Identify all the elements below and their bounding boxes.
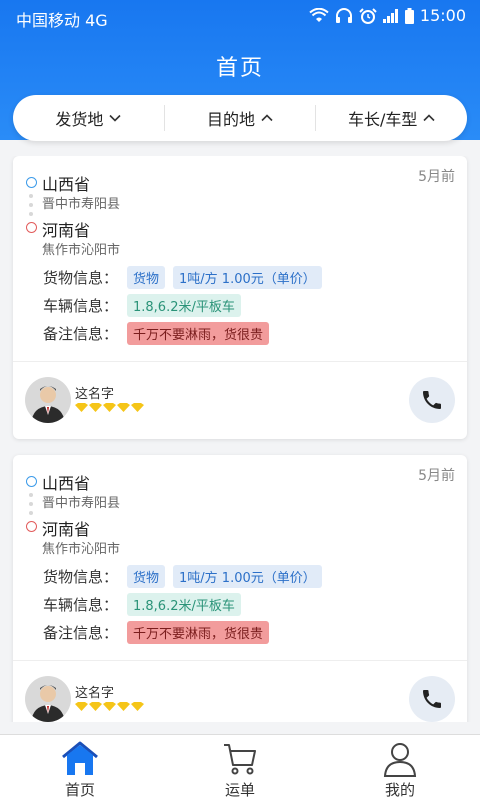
star-icon: [103, 702, 116, 711]
star-icon: [103, 403, 116, 412]
carrier-text: 中国移动 4G: [16, 11, 108, 30]
cargo-info-row: 货物信息： 货物 1吨/方 1.00元（单价）: [43, 565, 322, 588]
tab-orders[interactable]: 运单: [160, 735, 320, 800]
destination-city: 焦作市沁阳市: [42, 243, 121, 258]
route-dot: [29, 493, 33, 497]
origin-city: 晋中市寿阳县: [42, 496, 121, 511]
filter-origin[interactable]: 发货地: [13, 105, 164, 131]
remark-tag: 千万不要淋雨，货很贵: [127, 322, 270, 345]
vehicle-info-row: 车辆信息： 1.8,6.2米/平板车: [43, 294, 241, 317]
rating-stars: [75, 403, 144, 412]
destination-city: 焦作市沁阳市: [42, 542, 121, 557]
route-dot: [29, 203, 33, 207]
filter-destination-label: 目的地: [207, 110, 256, 129]
home-icon: [62, 741, 98, 775]
cargo-info-row: 货物信息： 货物 1吨/方 1.00元（单价）: [43, 266, 322, 289]
route-dot: [29, 502, 33, 506]
remark-tag: 千万不要淋雨，货很贵: [127, 621, 270, 644]
post-time: 5月前: [418, 468, 455, 484]
status-bar: 中国移动 4G 15:00: [0, 0, 480, 34]
filter-destination[interactable]: 目的地: [163, 105, 316, 131]
star-icon: [89, 702, 102, 711]
alarm-icon: [359, 7, 377, 24]
user-name: 这名字: [75, 686, 115, 701]
user-icon: [383, 743, 417, 777]
vehicle-tag: 1.8,6.2米/平板车: [127, 294, 241, 317]
divider: [13, 660, 467, 661]
origin-province: 山西省: [42, 175, 91, 194]
wifi-icon: [309, 7, 329, 22]
origin-dot-icon: [26, 177, 37, 188]
cargo-label: 货物信息：: [43, 568, 119, 586]
avatar[interactable]: [25, 377, 71, 423]
vehicle-label: 车辆信息：: [43, 297, 119, 315]
destination-province: 河南省: [42, 520, 91, 539]
vehicle-tag: 1.8,6.2米/平板车: [127, 593, 241, 616]
cargo-label: 货物信息：: [43, 269, 119, 287]
route-dot: [29, 194, 33, 198]
filter-origin-label: 发货地: [55, 110, 104, 129]
call-button[interactable]: [409, 676, 455, 722]
filter-vehicle[interactable]: 车长/车型: [315, 105, 467, 131]
tab-orders-label: 运单: [224, 781, 255, 799]
tab-home[interactable]: 首页: [0, 735, 160, 800]
origin-city: 晋中市寿阳县: [42, 197, 121, 212]
bottom-tab-bar: 首页 运单 我的: [0, 734, 480, 800]
order-card[interactable]: 5月前 山西省 晋中市寿阳县 河南省 焦作市沁阳市 货物信息： 货物 1吨/方 …: [13, 156, 467, 439]
headset-icon: [335, 7, 352, 23]
remark-info-row: 备注信息： 千万不要淋雨，货很贵: [43, 322, 270, 345]
cart-icon: [224, 744, 256, 775]
cargo-tag: 货物: [127, 565, 166, 588]
remark-label: 备注信息：: [43, 325, 119, 343]
remark-info-row: 备注信息： 千万不要淋雨，货很贵: [43, 621, 270, 644]
chevron-down-icon: [109, 114, 121, 122]
clock-text: 15:00: [419, 6, 466, 25]
star-icon: [117, 702, 130, 711]
cargo-tag: 货物: [127, 266, 166, 289]
route-dot: [29, 212, 33, 216]
star-icon: [89, 403, 102, 412]
star-icon: [117, 403, 130, 412]
tab-profile-label: 我的: [384, 781, 415, 799]
star-icon: [131, 702, 144, 711]
route-dot: [29, 511, 33, 515]
remark-label: 备注信息：: [43, 624, 119, 642]
call-button[interactable]: [409, 377, 455, 423]
order-card[interactable]: 5月前 山西省 晋中市寿阳县 河南省 焦作市沁阳市 货物信息： 货物 1吨/方 …: [13, 455, 467, 722]
destination-dot-icon: [26, 222, 37, 233]
star-icon: [131, 403, 144, 412]
signal-icon: [382, 8, 398, 23]
star-icon: [75, 702, 88, 711]
price-tag: 1吨/方 1.00元（单价）: [173, 565, 322, 588]
tab-home-label: 首页: [64, 781, 95, 799]
phone-icon: [423, 391, 441, 409]
vehicle-label: 车辆信息：: [43, 596, 119, 614]
rating-stars: [75, 702, 144, 711]
origin-province: 山西省: [42, 474, 91, 493]
price-tag: 1吨/方 1.00元（单价）: [173, 266, 322, 289]
vehicle-info-row: 车辆信息： 1.8,6.2米/平板车: [43, 593, 241, 616]
filter-vehicle-label: 车长/车型: [347, 110, 418, 129]
tab-profile[interactable]: 我的: [320, 735, 480, 800]
chevron-up-icon: [423, 114, 435, 122]
divider: [13, 361, 467, 362]
order-list: 5月前 山西省 晋中市寿阳县 河南省 焦作市沁阳市 货物信息： 货物 1吨/方 …: [0, 156, 480, 722]
page-title: 首页: [215, 56, 264, 81]
filter-bar: 发货地 目的地 车长/车型: [13, 95, 467, 141]
avatar[interactable]: [25, 676, 71, 722]
chevron-up-icon: [261, 114, 273, 122]
phone-icon: [423, 690, 441, 708]
user-name: 这名字: [75, 387, 115, 402]
post-time: 5月前: [418, 169, 455, 185]
origin-dot-icon: [26, 476, 37, 487]
battery-icon: [404, 7, 414, 24]
destination-province: 河南省: [42, 221, 91, 240]
destination-dot-icon: [26, 521, 37, 532]
star-icon: [75, 403, 88, 412]
